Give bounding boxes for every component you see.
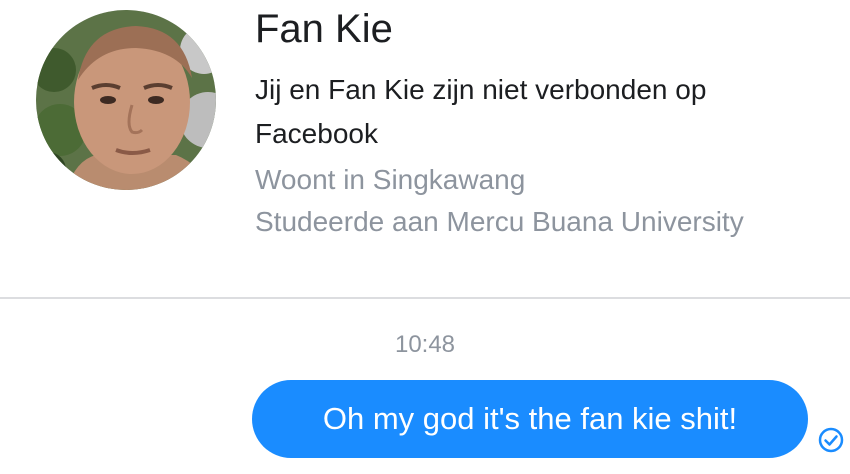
divider [0,297,850,299]
message-timestamp: 10:48 [394,331,456,358]
profile-header: Fan Kie Jij en Fan Kie zijn niet verbond… [0,0,850,298]
lives-in: Woont in Singkawang [255,164,526,195]
profile-name: Fan Kie [255,7,393,51]
outgoing-message-bubble[interactable]: Oh my god it's the fan kie shit! [252,380,808,458]
sent-check-icon [817,426,845,454]
connection-status: Jij en Fan Kie zijn niet verbonden op Fa… [255,74,707,149]
avatar[interactable] [36,10,216,190]
studied-at: Studeerde aan Mercu Buana University [255,206,744,237]
